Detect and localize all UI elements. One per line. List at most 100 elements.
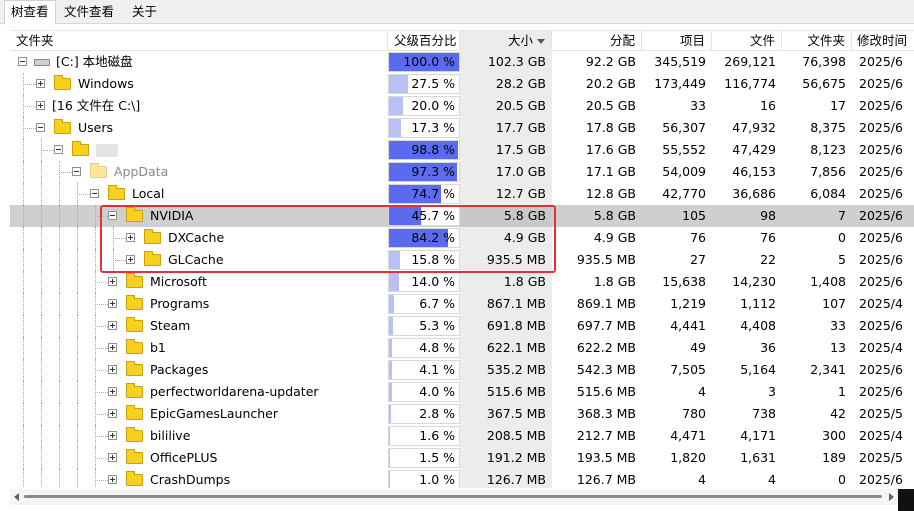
parent-percent-bar: 1.6 % xyxy=(388,426,460,446)
expand-icon[interactable] xyxy=(108,321,117,330)
modified-time: 2025/4 xyxy=(859,340,903,355)
tree-guide xyxy=(77,293,78,315)
table-row[interactable]: [16 文件在 C:\] 20.0 % 20.5 GB 20.5 GB 33 16 17 20… xyxy=(10,95,914,117)
table-row[interactable]: EpicGamesLauncher 2.8 % 367.5 MB 368.3 MB 78… xyxy=(10,403,914,425)
expand-icon[interactable] xyxy=(108,343,117,352)
expand-icon[interactable] xyxy=(108,365,117,374)
allocated-value: 193.5 MB xyxy=(576,450,636,465)
expand-icon[interactable] xyxy=(108,453,117,462)
parent-percent-value: 14.0 % xyxy=(411,274,455,289)
expand-icon[interactable] xyxy=(108,431,117,440)
folder-name: perfectworldarena-updater xyxy=(150,384,319,399)
folder-name: EpicGamesLauncher xyxy=(150,406,278,421)
parent-percent-fill xyxy=(389,339,393,357)
column-header-folder[interactable]: 文件夹 xyxy=(10,31,388,51)
table-row[interactable]: Users 17.3 % 17.7 GB 17.8 GB 56,307 47,932 8,3… xyxy=(10,117,914,139)
size-value: 28.2 GB xyxy=(460,73,552,95)
tree-connector xyxy=(95,282,108,283)
column-header-size[interactable]: 大小 xyxy=(460,31,552,51)
tree-guide xyxy=(95,447,96,469)
tree-guide xyxy=(59,227,60,249)
collapse-icon[interactable] xyxy=(36,123,45,132)
tree-guide xyxy=(23,469,24,488)
tree-guide xyxy=(95,227,96,249)
scrollbar-corner xyxy=(898,489,914,511)
files-count: 4,171 xyxy=(740,428,776,443)
expand-icon[interactable] xyxy=(108,299,117,308)
tree-connector xyxy=(23,106,36,107)
expand-icon[interactable] xyxy=(108,409,117,418)
table-row[interactable]: Steam 5.3 % 691.8 MB 697.7 MB 4,441 4,408 33 20… xyxy=(10,315,914,337)
tree-guide xyxy=(41,293,42,315)
column-header-allocated[interactable]: 分配 xyxy=(552,31,642,51)
tree-guide xyxy=(77,403,78,425)
files-count: 4,408 xyxy=(740,318,776,333)
tree-guide xyxy=(59,205,60,227)
collapse-icon[interactable] xyxy=(72,167,81,176)
parent-percent-value: 4.8 % xyxy=(419,340,455,355)
tab-about[interactable]: 关于 xyxy=(126,1,163,23)
items-count: 33 xyxy=(690,98,706,113)
folders-count: 5 xyxy=(838,252,846,267)
scroll-right-arrow-icon[interactable] xyxy=(889,493,894,501)
table-row[interactable]: CrashDumps 1.0 % 126.7 MB 126.7 MB 4 4 0 2025/6 xyxy=(10,469,914,488)
expand-icon[interactable] xyxy=(108,475,117,484)
table-row[interactable]: 98.8 % 17.5 GB 17.6 GB 55,552 47,429 8,123 202… xyxy=(10,139,914,161)
parent-percent-value: 17.3 % xyxy=(411,120,455,135)
tab-file-view[interactable]: 文件查看 xyxy=(58,1,120,23)
files-count: 47,932 xyxy=(732,120,776,135)
table-row[interactable]: perfectworldarena-updater 4.0 % 515.6 MB 51… xyxy=(10,381,914,403)
tree-guide xyxy=(95,359,96,381)
tree-guide xyxy=(59,315,60,337)
column-header-folders[interactable]: 文件夹 xyxy=(782,31,852,51)
table-row[interactable]: Programs 6.7 % 867.1 MB 869.1 MB 1,219 1,112 1… xyxy=(10,293,914,315)
tree-guide xyxy=(59,271,60,293)
table-row[interactable]: Packages 4.1 % 535.2 MB 542.3 MB 7,505 5,164 2… xyxy=(10,359,914,381)
allocated-value: 17.1 GB xyxy=(585,164,636,179)
allocated-value: 17.8 GB xyxy=(585,120,636,135)
table-row[interactable]: b1 4.8 % 622.1 MB 622.2 MB 49 36 13 2025/4 xyxy=(10,337,914,359)
expand-icon[interactable] xyxy=(108,277,117,286)
modified-time: 2025/6 xyxy=(859,120,903,135)
items-count: 56,307 xyxy=(662,120,706,135)
tree-guide xyxy=(23,73,24,95)
table-row[interactable]: [C:] 本地磁盘 100.0 % 102.3 GB 92.2 GB 345,519 26… xyxy=(10,51,914,73)
parent-percent-value: 1.0 % xyxy=(419,472,455,487)
column-header-modified[interactable]: 修改时间 xyxy=(852,31,914,51)
horizontal-scrollbar[interactable] xyxy=(10,489,898,505)
drive-icon xyxy=(34,59,50,66)
tree-connector xyxy=(77,194,90,195)
table-row[interactable]: bililive 1.6 % 208.5 MB 212.7 MB 4,471 4,171 3… xyxy=(10,425,914,447)
scroll-left-arrow-icon[interactable] xyxy=(14,493,19,501)
column-header-items[interactable]: 项目 xyxy=(642,31,712,51)
expand-icon[interactable] xyxy=(36,101,45,110)
folder-icon xyxy=(54,119,71,134)
tab-tree-view[interactable]: 树查看 xyxy=(4,0,56,25)
scroll-thumb[interactable] xyxy=(24,495,882,498)
expand-icon[interactable] xyxy=(108,387,117,396)
table-row[interactable]: Local 74.7 % 12.7 GB 12.8 GB 42,770 36,686 6,0… xyxy=(10,183,914,205)
collapse-icon[interactable] xyxy=(54,145,63,154)
allocated-value: 20.5 GB xyxy=(585,98,636,113)
collapse-icon[interactable] xyxy=(90,189,99,198)
tree-connector xyxy=(41,150,54,151)
parent-percent-value: 4.0 % xyxy=(419,384,455,399)
expand-icon[interactable] xyxy=(36,79,45,88)
size-value: 208.5 MB xyxy=(460,425,552,447)
column-header-parent-percent[interactable]: 父级百分比 xyxy=(388,31,460,51)
table-row[interactable]: OfficePLUS 1.5 % 191.2 MB 193.5 MB 1,820 1,63… xyxy=(10,447,914,469)
items-count: 4 xyxy=(698,384,706,399)
collapse-icon[interactable] xyxy=(18,57,27,66)
allocated-value: 5.8 GB xyxy=(593,208,636,223)
table-row[interactable]: AppData 97.3 % 17.0 GB 17.1 GB 54,009 46,153 7… xyxy=(10,161,914,183)
tree-guide xyxy=(59,249,60,271)
tree-guide xyxy=(41,359,42,381)
tree-guide xyxy=(23,315,24,337)
table-row[interactable]: Windows 27.5 % 28.2 GB 20.2 GB 173,449 116,77… xyxy=(10,73,914,95)
allocated-value: 17.6 GB xyxy=(585,142,636,157)
modified-time: 2025/6 xyxy=(859,208,903,223)
column-header-files[interactable]: 文件 xyxy=(712,31,782,51)
folders-count: 13 xyxy=(830,340,846,355)
table-row[interactable]: Microsoft 14.0 % 1.8 GB 1.8 GB 15,638 14,230 1… xyxy=(10,271,914,293)
modified-time: 2025/6 xyxy=(859,472,903,487)
